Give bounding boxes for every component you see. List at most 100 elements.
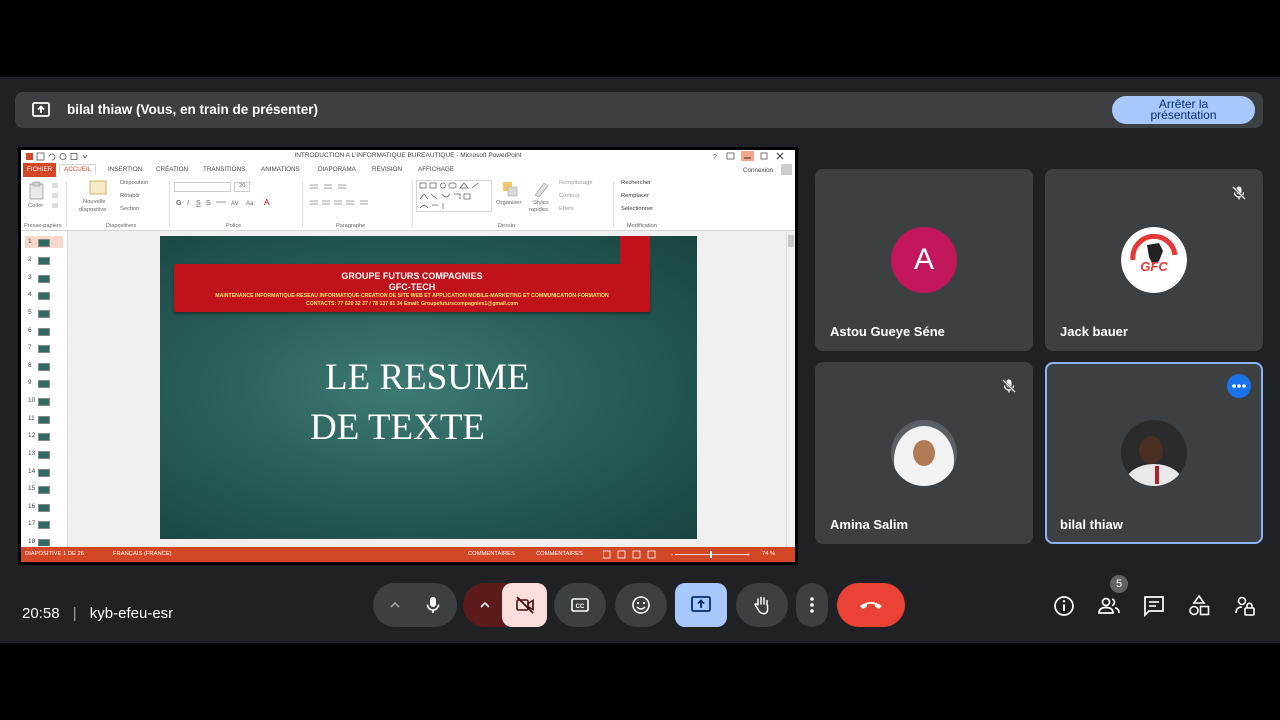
activities-shapes-icon [1189,594,1210,616]
slide-thumbnail[interactable]: 8 [25,360,63,372]
activities-button[interactable] [1185,592,1213,620]
user-avatar-icon [781,164,792,175]
tab-diaporama[interactable]: DIAPORAMA [318,166,356,173]
zoom-level[interactable]: 74 % [762,551,775,557]
arrange-icon[interactable] [501,180,519,198]
tab-revision[interactable]: RÉVISION [372,166,402,173]
slide-thumbnail[interactable]: 12 [25,430,63,442]
participant-tile-bilal[interactable]: bilal thiaw [1045,362,1263,544]
slide-thumbnail[interactable]: 5 [25,307,63,319]
people-button[interactable] [1095,592,1123,620]
window-controls-icon[interactable]: ? [711,151,791,161]
shapes-gallery-icon[interactable] [416,180,492,212]
effects-button[interactable]: Effets [559,206,574,212]
slide-thumbnail[interactable]: 18 [25,536,63,546]
tab-fichier[interactable]: FICHIER [23,163,57,177]
tab-accueil[interactable]: ACCUEIL [59,164,97,174]
tab-affichage[interactable]: AFFICHAGE [418,166,454,173]
info-separator: | [72,605,77,622]
fill-button[interactable]: Remplissage [559,180,593,186]
slide-thumbnail[interactable]: 17 [25,518,63,530]
slide-thumbnail[interactable]: 11 [25,413,63,425]
notes-button[interactable]: COMMENTAIRES [468,551,515,557]
slide-thumbnail[interactable]: 14 [25,466,63,478]
slide-contacts: CONTACTS: 77 620 32 37 / 78 137 81 34 Em… [306,301,518,307]
section-button[interactable]: Section [120,206,139,212]
comments-button[interactable]: COMMENTAIRES [536,551,583,557]
paste-icon[interactable] [27,181,47,201]
slide-thumbnail[interactable]: 7 [25,342,63,354]
more-options-button[interactable] [1227,374,1251,398]
present-screen-button[interactable] [675,583,727,627]
captions-button[interactable]: CC [554,583,606,627]
paragraph-icons[interactable] [308,182,408,210]
font-size-box[interactable]: 20 [234,182,251,192]
stop-presenting-button[interactable]: Arrêter la présentation [1112,96,1255,124]
zoom-slider[interactable]: - + [671,550,751,559]
shared-screen: INTRODUCTION A L'INFORMATIQUE BUREAUTIQU… [18,147,798,565]
slide-editing-area[interactable]: GROUPE FUTURS COMPAGNIES GFC-TECH MAINTE… [68,231,788,547]
slide-thumbnail[interactable]: 16 [25,501,63,513]
slide-thumbnail[interactable]: 15 [25,483,63,495]
font-format-icons[interactable]: G I S S AV Aa A [176,197,296,207]
slide-thumbnail[interactable]: 2 [25,254,63,266]
select-button[interactable]: Sélectionner [621,206,653,212]
tab-transitions[interactable]: TRANSITIONS [203,166,245,173]
current-slide[interactable]: GROUPE FUTURS COMPAGNIES GFC-TECH MAINTE… [160,236,697,539]
chevron-up-icon[interactable] [478,598,492,612]
mic-off-icon [1232,186,1246,200]
slide-thumbnail[interactable]: 10 [25,395,63,407]
microphone-icon[interactable] [423,595,443,615]
meeting-details-button[interactable] [1050,592,1078,620]
replace-button[interactable]: Remplacer [621,193,649,199]
present-screen-icon [691,596,711,612]
clock: 20:58 [22,605,60,622]
chat-button[interactable] [1140,592,1168,620]
participant-tile-jack[interactable]: GFC Jack bauer [1045,169,1263,351]
view-buttons-icon[interactable] [603,550,663,559]
ribbon: Coller Presse-papiers Nouvelle diapositi… [21,177,795,231]
scroll-thumb[interactable] [788,235,794,247]
quick-styles-label-2: rapides [529,207,549,213]
slide-thumbnail[interactable]: 1 [25,236,63,248]
chevron-up-icon[interactable] [388,598,402,612]
presenting-banner: bilal thiaw (Vous, en train de présenter… [15,92,1263,128]
meet-stage: bilal thiaw (Vous, en train de présenter… [0,77,1280,643]
slide-thumbnail[interactable]: 13 [25,448,63,460]
reactions-button[interactable] [615,583,667,627]
language-indicator[interactable]: FRANÇAIS (FRANCE) [113,551,172,557]
paste-label: Coller [28,203,44,209]
cut-copy-icon[interactable] [51,182,59,210]
more-options-menu-button[interactable] [796,583,828,627]
slide-thumbnail[interactable]: 4 [25,289,63,301]
participant-name: Astou Gueye Séne [830,324,945,339]
vertical-scrollbar[interactable] [786,231,795,547]
participant-tile-astou[interactable]: A Astou Gueye Séne [815,169,1033,351]
outline-button[interactable]: Contour [559,193,580,199]
layout-button[interactable]: Disposition [120,180,148,186]
camera-off-icon [515,596,534,614]
slide-thumbnail[interactable]: 6 [25,325,63,337]
slide-title-line-1: LE RESUME [325,357,530,398]
tab-animations[interactable]: ANIMATIONS [261,166,300,173]
tab-creation[interactable]: CRÉATION [156,166,188,173]
camera-off-button[interactable] [502,583,547,627]
window-titlebar: INTRODUCTION A L'INFORMATIQUE BUREAUTIQU… [21,150,795,163]
new-slide-label-1: Nouvelle [83,199,106,205]
font-family-box[interactable] [174,182,231,192]
slide-thumbnail[interactable]: 9 [25,377,63,389]
slide-services: MAINTENANCE INFORMATIQUE-RESEAU INFORMAT… [215,293,609,299]
avatar: A [891,227,957,293]
raise-hand-button[interactable] [736,583,788,627]
host-controls-button[interactable] [1231,592,1259,620]
find-button[interactable]: Rechercher [621,180,651,186]
tab-insertion[interactable]: INSERTION [108,166,142,173]
slide-thumbnail[interactable]: 3 [25,272,63,284]
slide-thumbnail-panel[interactable]: 1 2 3 4 5 6 7 8 9 10 11 12 13 14 15 16 1… [21,231,68,547]
reset-button[interactable]: Rétablir [120,193,140,199]
leave-call-button[interactable] [837,583,905,627]
quick-styles-icon[interactable] [532,180,550,198]
connexion-link[interactable]: Connexion [743,167,773,174]
new-slide-icon[interactable] [89,180,107,196]
participant-tile-amina[interactable]: Amina Salim [815,362,1033,544]
